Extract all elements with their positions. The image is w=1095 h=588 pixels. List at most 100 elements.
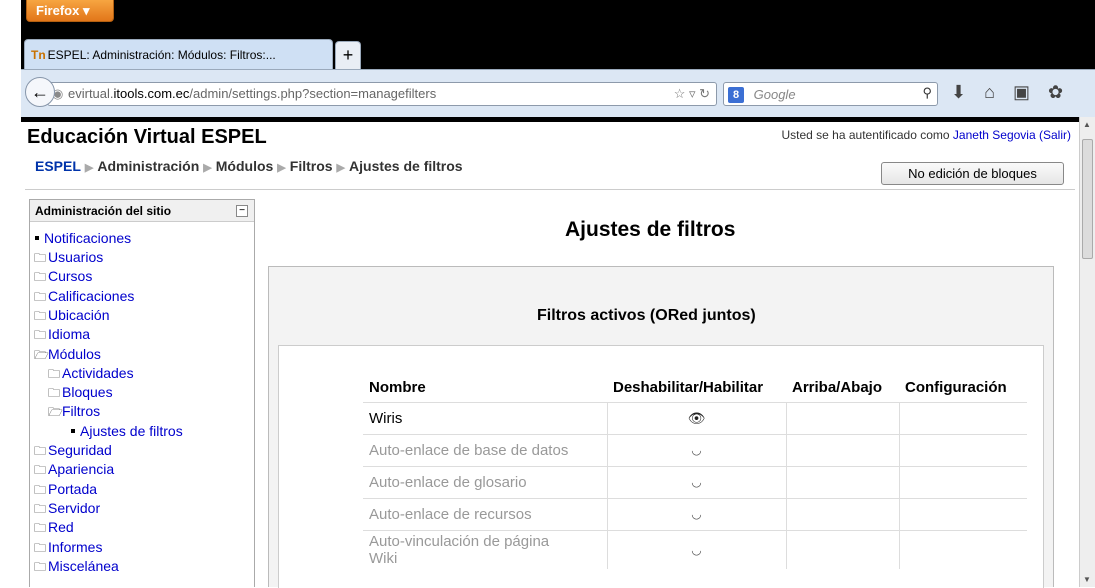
breadcrumb-home[interactable]: ESPEL bbox=[35, 158, 81, 174]
settings-cell bbox=[898, 497, 1027, 530]
order-cell bbox=[785, 465, 899, 498]
page-scrollbar[interactable]: ▲ ▼ bbox=[1079, 117, 1095, 587]
addon-icon[interactable]: ✿ bbox=[1048, 82, 1081, 102]
back-arrow-icon: ← bbox=[31, 82, 49, 102]
back-button[interactable]: ← bbox=[25, 77, 55, 107]
browser-tab[interactable]: Tn ESPEL: Administración: Módulos: Filtro… bbox=[24, 39, 333, 69]
search-bar[interactable]: 8 Google ⚲ bbox=[723, 82, 938, 106]
google-icon: 8 bbox=[728, 86, 744, 103]
tree-item-informes[interactable]: 🗀 Informes bbox=[34, 539, 102, 556]
table-row: Auto-enlace de recursos ◡ bbox=[363, 497, 1027, 530]
scroll-down-icon[interactable]: ▼ bbox=[1083, 575, 1091, 584]
scroll-up-icon[interactable]: ▲ bbox=[1083, 120, 1091, 129]
bullet-icon bbox=[35, 235, 39, 240]
tree-item-ajustes-de-filtros[interactable]: Ajustes de filtros bbox=[70, 423, 183, 439]
firefox-menu-label: Firefox bbox=[36, 3, 80, 18]
tree-item-portada[interactable]: 🗀 Portada bbox=[34, 481, 97, 498]
filter-name: Wiris bbox=[363, 401, 607, 434]
url-bar[interactable]: ◉ evirtual.itools.com.ec/admin/settings.… bbox=[47, 82, 717, 106]
tree-item-actividades[interactable]: 🗀 Actividades bbox=[48, 365, 134, 382]
browser-chrome: Firefox ▾ Tn ESPEL: Administración: Módul… bbox=[21, 0, 1095, 122]
breadcrumb-administracion[interactable]: Administración bbox=[97, 158, 199, 174]
table-row: Auto-vinculación de página Wiki ◡ bbox=[363, 529, 1027, 569]
filters-table-container: Nombre Deshabilitar/Habilitar Arriba/Aba… bbox=[278, 345, 1044, 588]
toggle-cell: ◡ bbox=[606, 433, 786, 466]
filter-name: Auto-enlace de base de datos bbox=[363, 433, 607, 466]
order-cell bbox=[785, 529, 899, 569]
block-title: Administración del sitio bbox=[35, 204, 172, 218]
navigation-bar: ◉ evirtual.itools.com.ec/admin/settings.… bbox=[21, 69, 1095, 117]
tree-item-modulos[interactable]: 🗁Módulos bbox=[34, 346, 101, 363]
breadcrumb-filtros[interactable]: Filtros bbox=[290, 158, 333, 174]
tree-item-miscelanea[interactable]: 🗀 Miscelánea bbox=[34, 558, 119, 575]
folder-icon: 🗀 bbox=[34, 463, 47, 477]
firefox-menu-button[interactable]: Firefox ▾ bbox=[26, 0, 114, 22]
folder-icon: 🗀 bbox=[34, 483, 47, 497]
order-cell bbox=[785, 401, 899, 434]
folder-icon: 🗀 bbox=[34, 270, 47, 284]
settings-cell bbox=[898, 433, 1027, 466]
header-divider bbox=[25, 189, 1075, 190]
folder-icon: 🗀 bbox=[34, 560, 47, 574]
new-tab-button[interactable]: + bbox=[335, 41, 361, 69]
folder-icon: 🗀 bbox=[48, 386, 61, 400]
toolbar-icons: ⬇⌂▣✿ bbox=[951, 82, 1081, 103]
eye-closed-icon[interactable]: ◡ bbox=[691, 475, 701, 489]
user-profile-link[interactable]: Janeth Segovia bbox=[953, 128, 1036, 142]
breadcrumb-current: Ajustes de filtros bbox=[349, 158, 463, 174]
tree-item-servidor[interactable]: 🗀 Servidor bbox=[34, 500, 100, 517]
toggle-cell: ◡ bbox=[606, 529, 786, 569]
url-prefix: evirtual. bbox=[68, 86, 114, 101]
eye-closed-icon[interactable]: ◡ bbox=[691, 543, 701, 557]
tree-item-ubicacion[interactable]: 🗀 Ubicación bbox=[34, 307, 109, 324]
scrollbar-thumb[interactable] bbox=[1082, 139, 1093, 259]
tree-item-cursos[interactable]: 🗀 Cursos bbox=[34, 268, 92, 285]
settings-cell bbox=[898, 529, 1027, 569]
site-favicon-icon: Tn bbox=[31, 48, 46, 62]
folder-icon: 🗀 bbox=[34, 502, 47, 516]
filter-name: Auto-enlace de glosario bbox=[363, 465, 607, 498]
site-title: Educación Virtual ESPEL bbox=[27, 126, 267, 148]
url-host: itools.com.ec bbox=[113, 86, 190, 101]
collapse-icon[interactable]: − bbox=[236, 205, 248, 217]
bookmarks-icon[interactable]: ▣ bbox=[1013, 82, 1048, 102]
toggle-editing-button[interactable]: No edición de bloques bbox=[881, 162, 1064, 185]
bookmark-star-icon[interactable]: ☆ ▿ ↻ bbox=[674, 86, 710, 102]
folder-open-icon: 🗁 bbox=[48, 405, 63, 419]
filters-table: Nombre Deshabilitar/Habilitar Arriba/Aba… bbox=[363, 372, 1027, 569]
filters-panel: Filtros activos (ORed juntos) Nombre Des… bbox=[268, 266, 1054, 588]
eye-closed-icon[interactable]: ◡ bbox=[691, 443, 701, 457]
tree-item-calificaciones[interactable]: 🗀 Calificaciones bbox=[34, 288, 134, 305]
tree-item-apariencia[interactable]: 🗀 Apariencia bbox=[34, 461, 114, 478]
download-icon[interactable]: ⬇ bbox=[951, 82, 984, 102]
tree-item-idioma[interactable]: 🗀 Idioma bbox=[34, 326, 90, 343]
tree-item-bloques[interactable]: 🗀 Bloques bbox=[48, 384, 113, 401]
login-info: Usted se ha autentificado como Janeth Se… bbox=[781, 128, 1071, 142]
eye-open-icon[interactable]: 👁 bbox=[688, 410, 706, 426]
column-header-configuracion: Configuración bbox=[905, 378, 1007, 396]
order-cell bbox=[785, 433, 899, 466]
section-title: Filtros activos (ORed juntos) bbox=[537, 307, 756, 324]
folder-icon: 🗀 bbox=[34, 521, 47, 535]
home-icon[interactable]: ⌂ bbox=[984, 82, 1013, 102]
settings-cell bbox=[898, 401, 1027, 434]
toggle-cell: 👁 bbox=[606, 401, 786, 434]
folder-icon: 🗀 bbox=[34, 328, 47, 342]
tree-item-usuarios[interactable]: 🗀 Usuarios bbox=[34, 249, 103, 266]
search-icon[interactable]: ⚲ bbox=[922, 85, 932, 101]
block-header: Administración del sitio − bbox=[30, 200, 254, 222]
tree-item-notificaciones[interactable]: Notificaciones bbox=[34, 230, 131, 246]
order-cell bbox=[785, 497, 899, 530]
column-header-orden: Arriba/Abajo bbox=[792, 378, 883, 396]
column-header-nombre: Nombre bbox=[369, 378, 426, 396]
breadcrumb-modulos[interactable]: Módulos bbox=[216, 158, 274, 174]
tree-item-filtros[interactable]: 🗁Filtros bbox=[48, 403, 100, 420]
tree-item-seguridad[interactable]: 🗀 Seguridad bbox=[34, 442, 112, 459]
site-admin-block: Administración del sitio − Notificacione… bbox=[29, 199, 255, 587]
settings-cell bbox=[898, 465, 1027, 498]
table-row: Auto-enlace de glosario ◡ bbox=[363, 465, 1027, 498]
eye-closed-icon[interactable]: ◡ bbox=[691, 507, 701, 521]
logout-link[interactable]: (Salir) bbox=[1039, 128, 1071, 142]
folder-open-icon: 🗁 bbox=[34, 348, 49, 362]
tree-item-red[interactable]: 🗀 Red bbox=[34, 519, 74, 536]
